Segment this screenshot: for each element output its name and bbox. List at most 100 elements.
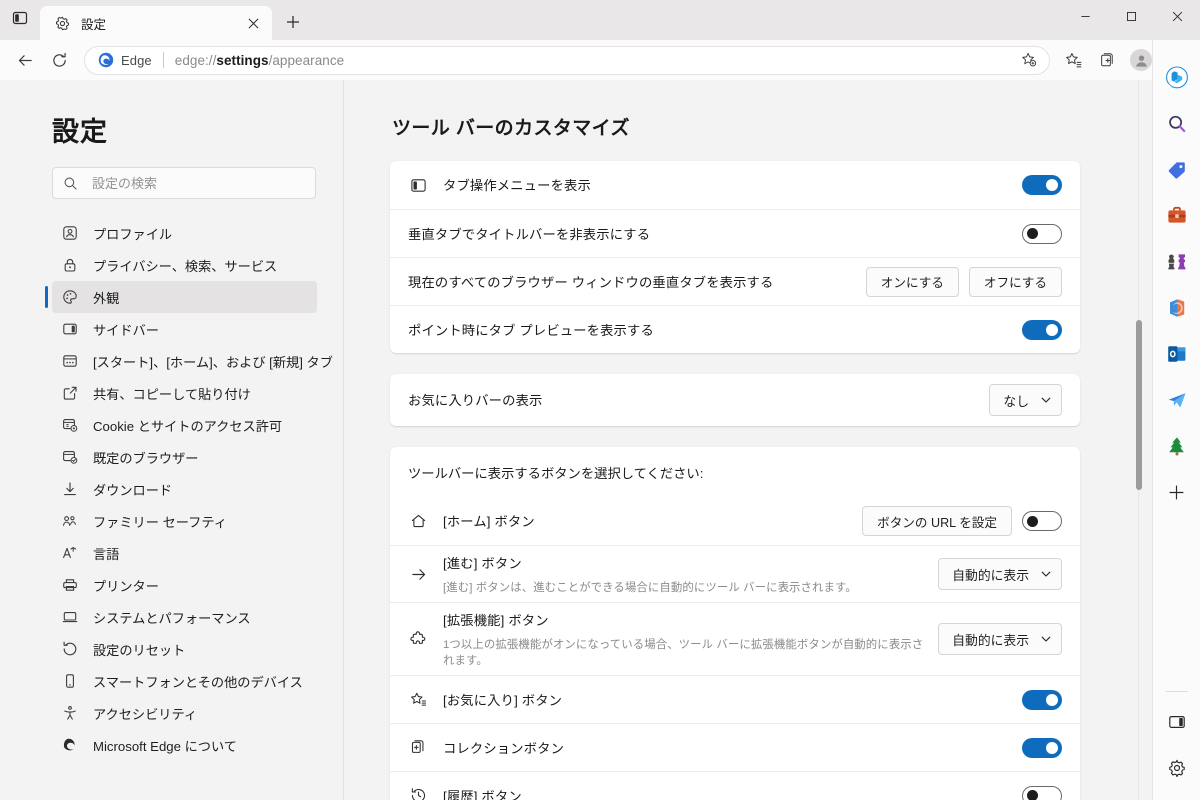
sidebar-item-languages[interactable]: 言語 [52,537,317,569]
setting-label-wrap: タブ操作メニューを表示 [443,168,1008,202]
tree-icon[interactable] [1161,430,1193,462]
omnibox-actions [1015,47,1043,73]
sidebar-item-profile[interactable]: プロファイル [52,217,317,249]
family-icon [61,512,79,530]
setting-label: ポイント時にタブ プレビューを表示する [408,322,654,338]
scrollbar-thumb[interactable] [1136,320,1142,490]
setting-row-favorites-button: [お気に入り] ボタン [390,675,1080,723]
toggle-tab-preview[interactable] [1022,319,1062,340]
favorites-button[interactable] [1056,45,1090,75]
minimize-button[interactable] [1062,0,1108,32]
microsoft365-icon[interactable] [1161,292,1193,324]
tools-briefcase-icon[interactable] [1161,200,1193,232]
close-window-button[interactable] [1154,0,1200,32]
set-button-url-button[interactable]: ボタンの URL を設定 [862,506,1012,536]
edge-logo-icon [61,736,79,754]
setting-description: [進む] ボタンは、進むことができる場合に自動的にツール バーに表示されます。 [443,582,857,594]
add-favorite-icon[interactable] [1015,47,1043,73]
toggle-tab-actions-menu[interactable] [1022,175,1062,195]
sidebar-item-share-copy-paste[interactable]: 共有、コピーして貼り付け [52,377,317,409]
system-icon [61,608,79,626]
setting-control: 自動的に表示 [938,558,1062,590]
sidebar-item-phone-other-devices[interactable]: スマートフォンとその他のデバイス [52,665,317,697]
turn-on-button[interactable]: オンにする [865,266,959,297]
shopping-tag-icon[interactable] [1161,154,1193,186]
forward-arrow-icon [408,566,428,583]
toggle-home-button[interactable] [1022,511,1062,531]
setting-label-wrap: [拡張機能] ボタン 1つ以上の拡張機能がオンになっている場合、ツール バーに拡… [443,603,924,675]
favorites-bar-select[interactable]: なし [989,384,1062,416]
new-tab-button[interactable] [278,7,308,37]
toggle-history-button[interactable] [1022,785,1062,800]
tab-actions-menu-icon [408,177,428,194]
outlook-icon[interactable] [1161,338,1193,370]
setting-control [1022,689,1062,710]
sidebar-item-about-edge[interactable]: Microsoft Edge について [52,729,317,761]
setting-row-collections-button: コレクションボタン [390,723,1080,771]
toggle-collections-button[interactable] [1022,737,1062,758]
toggle-favorites-button[interactable] [1022,689,1062,710]
sidebar-item-default-browser[interactable]: 既定のブラウザー [52,441,317,473]
close-tab-button[interactable] [242,12,264,34]
refresh-button[interactable] [42,45,76,75]
sidebar-item-accessibility[interactable]: アクセシビリティ [52,697,317,729]
search-icon[interactable] [1161,108,1193,140]
toggle-hide-titlebar[interactable] [1022,223,1062,244]
drop-icon[interactable] [1161,384,1193,416]
section-heading: ツール バーのカスタマイズ [392,118,630,139]
settings-nav-list: プロファイル プライバシー、検索、サービス 外観 サイドバー [スタート]、[ホ… [0,217,343,761]
combo-value: なし [1003,393,1029,409]
setting-row-extensions-button: [拡張機能] ボタン 1つ以上の拡張機能がオンになっている場合、ツール バーに拡… [390,602,1080,675]
combo-value: 自動的に表示 [952,567,1029,583]
collections-button[interactable] [1090,45,1124,75]
setting-control [1022,785,1062,800]
sidebar-item-label: プライバシー、検索、サービス [93,258,278,274]
omnibox-brand-label: Edge [121,52,152,68]
toolbar-buttons-section-title: ツールバーに表示するボタンを選択してください: [408,465,704,481]
sidebar-item-cookies[interactable]: Cookie とサイトのアクセス許可 [52,409,317,441]
turn-off-button[interactable]: オフにする [968,266,1062,297]
setting-row-hide-titlebar-vertical-tabs: 垂直タブでタイトルバーを非表示にする [390,209,1080,257]
setting-row-show-vertical-tabs-all-windows: 現在のすべてのブラウザー ウィンドウの垂直タブを表示する オンにする オフにする [390,257,1080,305]
lock-icon [61,256,79,274]
sidebar-item-privacy[interactable]: プライバシー、検索、サービス [52,249,317,281]
sidebar-item-system-performance[interactable]: システムとパフォーマンス [52,601,317,633]
setting-label: [履歴] ボタン [443,788,522,800]
main-scrollbar[interactable] [1135,80,1143,800]
sidebar-item-label: 言語 [93,546,120,562]
sidebar-item-downloads[interactable]: ダウンロード [52,473,317,505]
sidebar-item-sidebar[interactable]: サイドバー [52,313,317,345]
sidebar-item-printers[interactable]: プリンター [52,569,317,601]
sidebar-item-family-safety[interactable]: ファミリー セーフティ [52,505,317,537]
combo-value: 自動的に表示 [952,632,1029,648]
sidebar-toggle-icon[interactable] [1161,706,1193,738]
forward-button-select[interactable]: 自動的に表示 [938,558,1062,590]
address-bar[interactable]: Edge edge://settings/appearance [84,45,1050,75]
sidebar-item-reset-settings[interactable]: 設定のリセット [52,633,317,665]
extensions-button-select[interactable]: 自動的に表示 [938,623,1062,655]
history-icon [408,787,428,800]
maximize-button[interactable] [1108,0,1154,32]
tab-settings[interactable]: 設定 [40,6,272,40]
omnibox-url: edge://settings/appearance [174,52,345,68]
edge-sidebar-divider [1165,691,1188,692]
games-icon[interactable] [1161,246,1193,278]
sidebar-item-start-home-newtab[interactable]: [スタート]、[ホーム]、および [新規] タブ [52,345,333,377]
settings-gear-icon[interactable] [1161,752,1193,784]
home-icon [408,513,428,530]
tab-actions-button[interactable] [0,0,40,38]
sidebar-item-label: スマートフォンとその他のデバイス [93,674,303,690]
sidebar-item-appearance[interactable]: 外観 [45,281,317,313]
tab-settings-card: タブ操作メニューを表示 垂直タブでタイトルバーを非表示にする 現在のすべてのブラ… [390,161,1080,353]
back-button[interactable] [8,45,42,75]
add-sidebar-app-icon[interactable] [1161,476,1193,508]
search-input[interactable] [92,175,292,191]
bing-copilot-icon[interactable] [1161,62,1193,94]
sidebar-item-label: ファミリー セーフティ [93,514,227,530]
search-box[interactable] [52,167,316,199]
sidebar-item-label: アクセシビリティ [93,706,198,722]
settings-page: 設定 プロファイル [0,80,1152,800]
sidebar-item-label: 共有、コピーして貼り付け [93,386,251,402]
setting-row-tab-actions-menu: タブ操作メニューを表示 [390,161,1080,209]
chevron-down-icon [1040,568,1052,580]
